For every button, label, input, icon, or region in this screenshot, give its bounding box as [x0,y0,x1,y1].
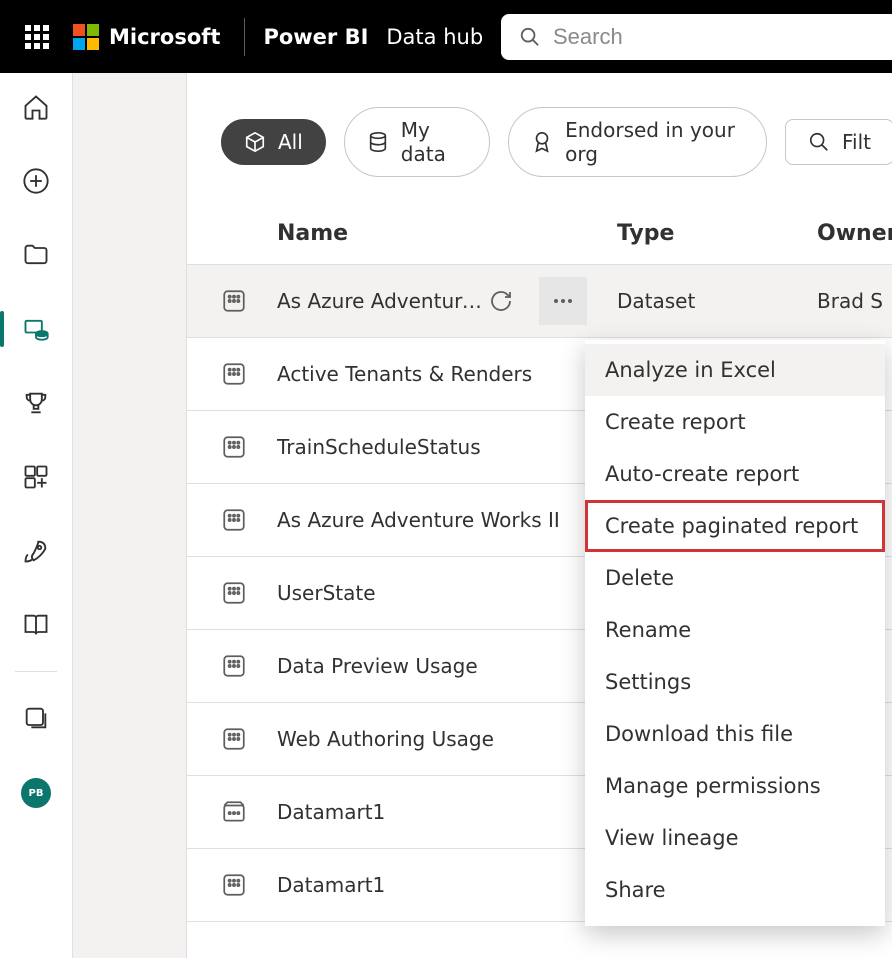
filter-mydata-label: My data [401,118,467,166]
dataset-icon [221,361,247,387]
rail-workspaces[interactable] [16,698,56,738]
workspaces-icon [22,704,50,732]
row-type: Dataset [617,289,817,313]
database-icon [367,131,389,153]
waffle-icon [25,25,49,49]
datahub-link[interactable]: Data hub [386,25,483,49]
filter-keyword-label: Filt [842,130,871,154]
search-box[interactable] [501,14,892,60]
rail-apps[interactable] [16,457,56,497]
search-icon [519,25,541,49]
main-area: All My data Endorsed in your org Filt [187,73,892,958]
rocket-icon [22,537,50,565]
menu-settings[interactable]: Settings [585,656,885,708]
row-name: TrainScheduleStatus [277,435,617,459]
menu-auto-create-report[interactable]: Auto-create report [585,448,885,500]
microsoft-logo-icon [73,24,99,50]
col-header-type[interactable]: Type [617,221,817,246]
more-options-button[interactable] [539,277,587,325]
brand-label: Microsoft [109,25,220,49]
dataset-icon [221,653,247,679]
ribbon-icon [531,131,553,153]
apps-icon [22,463,50,491]
col-header-name[interactable]: Name [277,221,617,246]
dataset-icon [221,288,247,314]
menu-share[interactable]: Share [585,864,885,916]
dataset-icon [221,434,247,460]
left-rail: PB [0,73,73,958]
row-name: Web Authoring Usage [277,727,617,751]
menu-create-paginated-report[interactable]: Create paginated report [585,500,885,552]
rail-browse[interactable] [16,235,56,275]
col-header-owner[interactable]: Owner [817,221,892,246]
menu-rename[interactable]: Rename [585,604,885,656]
secondary-panel [73,73,187,958]
trophy-icon [22,389,50,417]
datahub-icon [22,315,50,343]
filter-all[interactable]: All [221,119,326,165]
dataset-icon [221,580,247,606]
row-name: As Azure Adventure Works II [277,508,617,532]
menu-download-file[interactable]: Download this file [585,708,885,760]
app-launcher-button[interactable] [0,25,73,49]
rail-datahub[interactable] [16,309,56,349]
menu-delete[interactable]: Delete [585,552,885,604]
context-menu: Analyze in Excel Create report Auto-crea… [585,340,885,926]
product-label: Power BI [263,25,368,49]
row-name: Datamart1 [277,800,617,824]
folder-icon [22,241,50,269]
row-name: Datamart1 [277,873,617,897]
row-name: Data Preview Usage [277,654,617,678]
rail-create[interactable] [16,161,56,201]
rail-divider [15,671,57,672]
table-row[interactable] [187,921,892,958]
search-input[interactable] [553,24,892,50]
rail-learn[interactable] [16,605,56,645]
row-name: UserState [277,581,617,605]
row-owner: Brad S [817,289,892,313]
cube-icon [244,131,266,153]
dataset-icon [221,872,247,898]
table-row[interactable]: As Azure Adventure … Dataset Brad S [187,264,892,337]
menu-manage-permissions[interactable]: Manage permissions [585,760,885,812]
workspace-avatar[interactable]: PB [21,778,51,808]
home-icon [22,93,50,121]
dataset-icon [221,726,247,752]
top-header: Microsoft Power BI Data hub [0,0,892,73]
header-separator [244,18,245,56]
table-header: Name Type Owner [187,211,892,264]
menu-create-report[interactable]: Create report [585,396,885,448]
filter-all-label: All [278,130,303,154]
book-icon [22,611,50,639]
filter-endorsed-label: Endorsed in your org [565,118,744,166]
rail-deploy[interactable] [16,531,56,571]
filter-endorsed[interactable]: Endorsed in your org [508,107,767,177]
menu-view-lineage[interactable]: View lineage [585,812,885,864]
filter-mydata[interactable]: My data [344,107,490,177]
rail-home[interactable] [16,87,56,127]
rail-metrics[interactable] [16,383,56,423]
refresh-icon[interactable] [489,289,513,313]
row-name: As Azure Adventure … [277,289,489,313]
menu-analyze-in-excel[interactable]: Analyze in Excel [585,344,885,396]
filter-keyword-button[interactable]: Filt [785,119,892,165]
search-icon [808,131,830,153]
filter-pill-row: All My data Endorsed in your org Filt [187,107,892,177]
datamart-icon [221,799,247,825]
plus-circle-icon [22,167,50,195]
ellipsis-icon [551,289,575,313]
dataset-icon [221,507,247,533]
row-name: Active Tenants & Renders [277,362,617,386]
